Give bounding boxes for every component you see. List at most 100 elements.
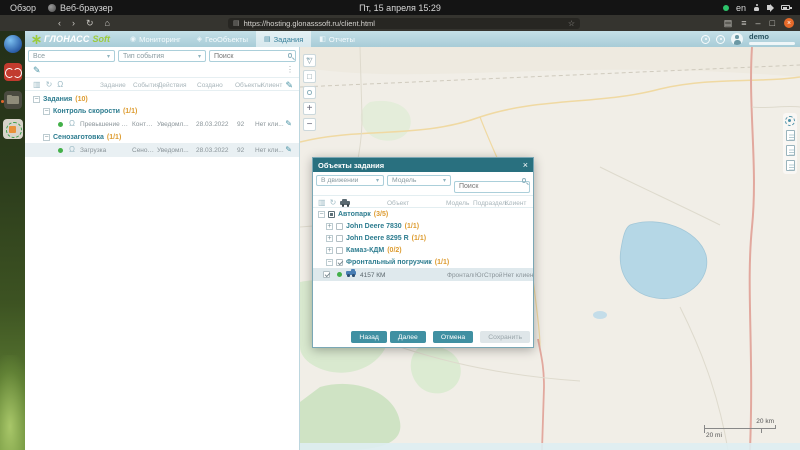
col-client[interactable]: Клиент: [505, 200, 526, 207]
software-updater-dock-icon[interactable]: [2, 119, 23, 139]
reload-button[interactable]: ↻: [86, 15, 94, 31]
bookmark-star-icon[interactable]: ☆: [568, 19, 575, 28]
back-button[interactable]: Назад: [351, 331, 387, 343]
area-select-icon[interactable]: □: [303, 70, 316, 83]
browser-dock-icon[interactable]: [3, 35, 22, 53]
task-search-input[interactable]: [209, 50, 296, 62]
tree-group-kamaz[interactable]: Камаз-КДМ (0/2): [313, 244, 533, 256]
accessibility-icon[interactable]: [753, 3, 760, 12]
collapse-icon[interactable]: [43, 133, 50, 141]
checkbox-checked[interactable]: [336, 258, 343, 266]
cancel-button[interactable]: Отмена: [432, 331, 474, 343]
save-button[interactable]: Сохранить: [480, 331, 530, 343]
edit-columns-icon[interactable]: ✎: [285, 80, 293, 91]
files-dock-icon[interactable]: [3, 91, 22, 109]
gear-icon[interactable]: [785, 116, 795, 126]
checkbox[interactable]: [336, 246, 343, 254]
collapse-icon[interactable]: [43, 107, 50, 115]
tree-root-tasks[interactable]: Задания (10): [25, 93, 299, 105]
forward-button[interactable]: ›: [72, 15, 75, 31]
col-created[interactable]: Создано: [197, 82, 223, 89]
active-app-indicator[interactable]: Веб-браузер: [48, 3, 113, 13]
checkbox-checked[interactable]: [323, 271, 330, 278]
settings-icon[interactable]: [716, 34, 725, 44]
columns-icon[interactable]: ▥: [318, 198, 326, 207]
refresh-icon[interactable]: ↻: [330, 198, 337, 207]
task-filter-select[interactable]: Все ▾: [28, 50, 115, 62]
bell-icon[interactable]: Ω: [57, 80, 63, 89]
back-button[interactable]: ‹: [58, 15, 61, 31]
print-icon[interactable]: [785, 145, 795, 156]
menu-monitoring[interactable]: ◉ Мониторинг: [122, 31, 189, 47]
col-model[interactable]: Модель: [446, 200, 469, 207]
motion-filter-select[interactable]: В движении ▾: [316, 175, 384, 186]
maximize-button[interactable]: □: [770, 18, 775, 28]
keyboard-layout-indicator[interactable]: en: [736, 3, 746, 13]
col-task[interactable]: Задание: [100, 82, 126, 89]
edit-icon[interactable]: ✎: [33, 65, 41, 76]
bell-icon[interactable]: [701, 34, 710, 44]
zoom-in-button[interactable]: +: [303, 102, 316, 115]
battery-icon[interactable]: [781, 5, 792, 10]
menu-reports[interactable]: ◧ Отчеты: [311, 31, 363, 47]
menu-tasks[interactable]: ▤ Задания: [256, 31, 312, 47]
collapse-icon[interactable]: [318, 210, 325, 218]
zoom-out-button[interactable]: −: [303, 118, 316, 131]
tree-root-fleet[interactable]: Автопарк (3/5): [313, 208, 533, 220]
checkbox[interactable]: [336, 222, 343, 230]
col-events[interactable]: События: [133, 82, 160, 89]
reading-list-icon[interactable]: ▤: [724, 18, 733, 29]
menu-geoobjects[interactable]: ◈ ГеоОбъекты: [189, 31, 256, 47]
map[interactable]: ▽ □ + − 20 km 20 mi Объекты задания × В …: [300, 47, 800, 450]
tree-group-speed-control[interactable]: Контроль скорости (1/1): [25, 105, 299, 117]
collapse-icon[interactable]: [33, 95, 40, 103]
vehicle-icon[interactable]: [340, 199, 351, 207]
url-text[interactable]: https://hosting.glonasssoft.ru/client.ht…: [244, 19, 564, 28]
columns-icon[interactable]: ▥: [33, 80, 41, 89]
volume-icon[interactable]: [767, 3, 774, 12]
tree-group-jd7830[interactable]: John Deere 7830 (1/1): [313, 220, 533, 232]
filter-tool-icon[interactable]: ▽: [303, 54, 316, 67]
tree-group-jd8295[interactable]: John Deere 8295 R (1/1): [313, 232, 533, 244]
map-search-icon[interactable]: [303, 86, 316, 99]
clock[interactable]: Пт, 15 апреля 15:29: [359, 0, 441, 15]
col-client[interactable]: Клиент: [261, 82, 282, 89]
avatar[interactable]: [731, 33, 743, 45]
activities-button[interactable]: Обзор: [10, 3, 36, 13]
checkbox-indeterminate[interactable]: [328, 210, 335, 218]
user-link[interactable]: [749, 42, 795, 45]
address-bar[interactable]: ▤ https://hosting.glonasssoft.ru/client.…: [228, 17, 580, 29]
col-objects[interactable]: Объекты: [235, 82, 262, 89]
menu-hamburger-icon[interactable]: ≡: [741, 18, 746, 28]
red-app-dock-icon[interactable]: [3, 63, 22, 81]
table-row[interactable]: Ω Загрузка Сенозаг... Уведомл... 28.03.2…: [25, 143, 299, 157]
refresh-icon[interactable]: ↻: [46, 80, 53, 89]
expand-icon[interactable]: [326, 234, 333, 242]
minimize-button[interactable]: –: [756, 18, 761, 28]
tree-group-haymaking[interactable]: Сенозаготовка (1/1): [25, 131, 299, 143]
expand-icon[interactable]: [326, 222, 333, 230]
tree-group-loader[interactable]: Фронтальный погрузчик (1/1): [313, 256, 533, 268]
home-button[interactable]: ⌂: [105, 15, 110, 31]
chevron-down-icon: ▾: [375, 178, 379, 184]
close-icon[interactable]: ×: [523, 160, 528, 170]
checkbox[interactable]: [336, 234, 343, 242]
expand-icon[interactable]: [326, 246, 333, 254]
edit-task-icon[interactable]: ✎: [285, 119, 292, 128]
collapse-icon[interactable]: [326, 258, 333, 266]
event-type-select[interactable]: Тип события ▾: [118, 50, 206, 62]
edit-task-icon[interactable]: ✎: [285, 145, 292, 154]
next-button[interactable]: Далее: [389, 331, 426, 343]
model-filter-select[interactable]: Модель ▾: [387, 175, 451, 186]
close-button[interactable]: ×: [784, 18, 794, 28]
table-row[interactable]: Ω Превышение скорости Контрол... Уведомл…: [25, 117, 299, 131]
user-menu[interactable]: demo: [749, 33, 797, 45]
object-search-input[interactable]: [454, 180, 530, 193]
col-object[interactable]: Объект: [387, 200, 409, 207]
object-row-selected[interactable]: 4157 КМ Фронтальн... ЮгСтройС... Нет кли…: [313, 268, 533, 281]
legend-icon[interactable]: [785, 130, 795, 141]
layers-icon[interactable]: [785, 160, 795, 171]
kebab-menu-icon[interactable]: ⋮: [286, 65, 294, 74]
col-actions[interactable]: Действия: [158, 82, 186, 89]
modal-header[interactable]: Объекты задания ×: [313, 158, 533, 172]
